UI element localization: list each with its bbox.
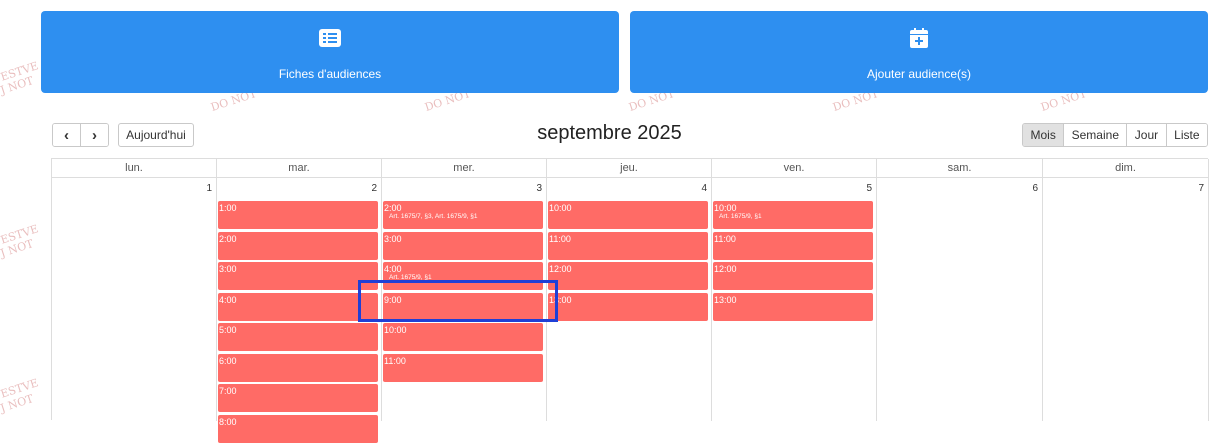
add-hearing-button[interactable]: Ajouter audience(s) xyxy=(630,11,1208,93)
day-number[interactable]: 7 xyxy=(1198,183,1204,194)
event-time: 10:00 xyxy=(384,325,407,335)
day-number[interactable]: 5 xyxy=(866,183,872,194)
event-time: 4:00 xyxy=(384,264,402,274)
weekday-header: jeu. xyxy=(547,159,711,178)
add-hearing-label: Ajouter audience(s) xyxy=(866,67,972,81)
hearings-list-label: Fiches d'audiences xyxy=(278,67,382,81)
view-day-button[interactable]: Jour xyxy=(1127,124,1167,146)
event-description: Art. 1675/7, §3, Art. 1675/9, §1 xyxy=(389,213,478,220)
calendar-event[interactable]: 13:00 xyxy=(548,292,708,321)
day-column[interactable]: ven. 5 10:00 Art. 1675/9, §1 11:00 12:00 13:00 xyxy=(712,159,877,421)
day-column[interactable]: dim. 7 xyxy=(1043,159,1209,421)
calendar-event[interactable]: 13:00 xyxy=(713,292,873,321)
calendar-event[interactable]: 6:00 xyxy=(218,353,378,382)
weekday-header: ven. xyxy=(712,159,876,178)
day-column[interactable]: jeu. 4 10:00 11:00 12:00 13:00 xyxy=(547,159,712,421)
calendar-event[interactable]: 12:00 xyxy=(548,262,708,290)
day-number[interactable]: 3 xyxy=(536,183,542,194)
view-switcher: Mois Semaine Jour Liste xyxy=(1022,123,1208,147)
calendar-event[interactable]: 1:00 xyxy=(218,201,378,229)
day-column[interactable]: lun. 1 xyxy=(52,159,217,421)
view-list-button[interactable]: Liste xyxy=(1166,124,1207,146)
weekday-header: sam. xyxy=(877,159,1042,178)
event-time: 7:00 xyxy=(219,386,237,396)
event-time: 2:00 xyxy=(384,203,402,213)
event-time: 12:00 xyxy=(714,264,737,274)
calendar-event[interactable]: 10:00 Art. 1675/9, §1 xyxy=(713,201,873,229)
day-number[interactable]: 1 xyxy=(206,183,212,194)
calendar-event[interactable]: 10:00 xyxy=(383,323,543,351)
hearings-list-button[interactable]: Fiches d'audiences xyxy=(41,11,619,93)
calendar-event[interactable]: 10:00 xyxy=(548,201,708,229)
weekday-header: lun. xyxy=(52,159,216,178)
event-time: 4:00 xyxy=(219,294,237,305)
weekday-header: dim. xyxy=(1043,159,1208,178)
event-time: 3:00 xyxy=(384,233,402,244)
view-week-button[interactable]: Semaine xyxy=(1064,124,1128,146)
day-number[interactable]: 6 xyxy=(1032,183,1038,194)
selection-highlight xyxy=(358,280,558,322)
event-time: 10:00 xyxy=(714,203,737,213)
event-time: 13:00 xyxy=(714,294,737,305)
event-time: 8:00 xyxy=(219,416,237,427)
day-number[interactable]: 4 xyxy=(701,183,707,194)
calendar-event[interactable]: 2:00 xyxy=(218,231,378,260)
weekday-header: mar. xyxy=(217,159,381,178)
calendar-event[interactable]: 11:00 xyxy=(383,353,543,382)
calendar-event[interactable]: 4:00 xyxy=(218,292,378,321)
event-time: 11:00 xyxy=(549,233,571,244)
calendar-event[interactable]: 5:00 xyxy=(218,323,378,351)
calendar-plus-icon xyxy=(906,25,932,51)
day-column[interactable]: sam. 6 xyxy=(877,159,1043,421)
calendar-event[interactable]: 11:00 xyxy=(713,231,873,260)
list-icon xyxy=(317,25,343,51)
weekday-header: mer. xyxy=(382,159,546,178)
event-time: 11:00 xyxy=(384,355,406,366)
month-grid: lun. 1 mar. 2 1:00 2:00 3:00 4:00 5:00 6:00 7:00 8:… xyxy=(51,158,1209,443)
calendar-event[interactable]: 12:00 xyxy=(713,262,873,290)
event-time: 13:00 xyxy=(549,294,572,305)
calendar-event[interactable]: 7:00 xyxy=(218,384,378,412)
calendar-event[interactable]: 3:00 xyxy=(218,262,378,290)
event-description: Art. 1675/9, §1 xyxy=(719,213,762,220)
view-month-button[interactable]: Mois xyxy=(1023,124,1065,146)
calendar-event[interactable]: 11:00 xyxy=(548,231,708,260)
event-time: 3:00 xyxy=(219,264,237,274)
event-time: 11:00 xyxy=(714,233,736,244)
event-time: 12:00 xyxy=(549,264,572,274)
event-time: 10:00 xyxy=(549,203,572,213)
event-time: 5:00 xyxy=(219,325,237,335)
event-time: 1:00 xyxy=(219,203,237,213)
calendar-event[interactable]: 2:00 Art. 1675/7, §3, Art. 1675/9, §1 xyxy=(383,201,543,229)
event-time: 6:00 xyxy=(219,355,237,366)
calendar-event[interactable]: 3:00 xyxy=(383,231,543,260)
day-number[interactable]: 2 xyxy=(371,183,377,194)
event-time: 2:00 xyxy=(219,233,237,244)
